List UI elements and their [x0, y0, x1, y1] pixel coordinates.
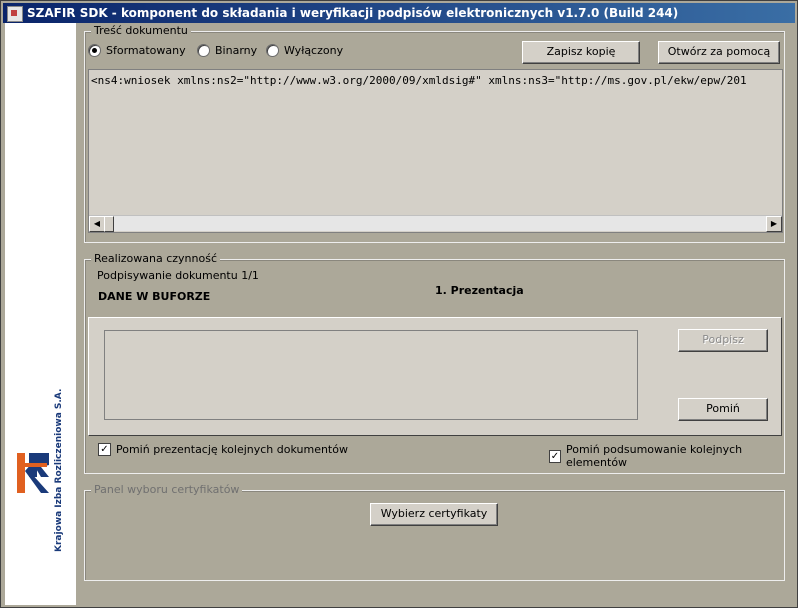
scroll-right-arrow-icon[interactable]: ▶ [766, 216, 782, 232]
main-panel: Treść dokumentu Sformatowany Binarny Wył… [76, 23, 796, 605]
save-copy-button[interactable]: Zapisz kopię [522, 41, 640, 64]
skip-presentation-checkbox-box[interactable]: ✓ [98, 443, 111, 456]
company-name-vertical: Krajowa Izba Rozliczeniowa S.A. [53, 388, 65, 553]
document-content-text: <ns4:wniosek xmlns:ns2="http://www.w3.or… [91, 74, 747, 87]
kir-logo-icon [17, 453, 49, 493]
presentation-area: Podpisz Pomiń [88, 317, 782, 436]
buffer-label: DANE W BUFORZE [98, 290, 211, 303]
skip-presentation-checkbox[interactable]: ✓ Pomiń prezentację kolejnych dokumentów [98, 443, 348, 456]
document-preview [104, 330, 638, 420]
radio-formatted[interactable]: Sformatowany [88, 44, 186, 57]
skip-presentation-checkbox-label: Pomiń prezentację kolejnych dokumentów [116, 443, 348, 456]
java-app-icon [7, 6, 23, 22]
window-title: SZAFIR SDK - komponent do składania i we… [27, 6, 679, 20]
title-bar[interactable]: SZAFIR SDK - komponent do składania i we… [3, 3, 795, 23]
radio-disabled-dot[interactable] [266, 44, 279, 57]
skip-button[interactable]: Pomiń [678, 398, 768, 421]
skip-summary-checkbox-box[interactable]: ✓ [549, 449, 561, 463]
document-content-area[interactable]: <ns4:wniosek xmlns:ns2="http://www.w3.or… [88, 69, 783, 233]
document-panel-legend: Treść dokumentu [91, 24, 191, 37]
app-window: SZAFIR SDK - komponent do składania i we… [0, 0, 798, 608]
radio-binary[interactable]: Binarny [197, 44, 257, 57]
choose-certificates-button[interactable]: Wybierz certyfikaty [370, 503, 498, 526]
radio-binary-label: Binarny [215, 44, 258, 57]
certificate-panel: Panel wyboru certyfikatów Wybierz certyf… [84, 483, 785, 581]
sign-button[interactable]: Podpisz [678, 329, 768, 352]
signing-status: Podpisywanie dokumentu 1/1 [97, 269, 259, 282]
open-with-button[interactable]: Otwórz za pomocą [658, 41, 780, 64]
certificate-panel-legend: Panel wyboru certyfikatów [91, 483, 243, 496]
radio-disabled[interactable]: Wyłączony [266, 44, 343, 57]
radio-formatted-label: Sformatowany [106, 44, 186, 57]
radio-formatted-dot[interactable] [88, 44, 101, 57]
sidebar: Krajowa Izba Rozliczeniowa S.A. [5, 23, 76, 605]
action-panel: Realizowana czynność Podpisywanie dokume… [84, 252, 785, 474]
action-panel-legend: Realizowana czynność [91, 252, 221, 265]
skip-summary-checkbox[interactable]: ✓ Pomiń podsumowanie kolejnych elementów [549, 443, 784, 469]
horizontal-scrollbar[interactable]: ◀ ▶ [89, 215, 782, 232]
company-name: Krajowa Izba Rozliczeniowa S.A. [54, 388, 64, 552]
scroll-left-arrow-icon[interactable]: ◀ [89, 216, 105, 232]
step-label: 1. Prezentacja [435, 284, 524, 297]
radio-binary-dot[interactable] [197, 44, 210, 57]
skip-summary-checkbox-label: Pomiń podsumowanie kolejnych elementów [565, 443, 743, 469]
scroll-thumb[interactable] [104, 216, 114, 232]
document-panel: Treść dokumentu Sformatowany Binarny Wył… [84, 24, 785, 243]
radio-disabled-label: Wyłączony [284, 44, 344, 57]
